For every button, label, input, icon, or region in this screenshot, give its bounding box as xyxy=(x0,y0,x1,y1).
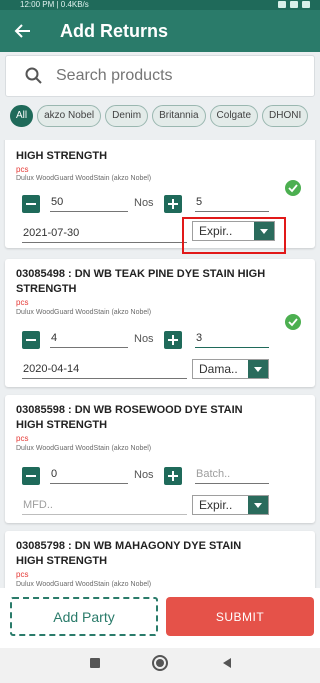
status-icons xyxy=(278,1,310,8)
product-card: 03085598 : DN WB ROSEWOOD DYE STAIN HIGH… xyxy=(5,395,315,523)
product-title: 03085798 : DN WB MAHAGONY DYE STAIN HIGH… xyxy=(16,540,242,567)
product-card: 03085798 : DN WB MAHAGONY DYE STAIN HIGH… xyxy=(5,531,315,588)
product-brand: Dulux WoodGuard WoodStain (akzo Nobel) xyxy=(16,175,152,182)
back-triangle-icon[interactable] xyxy=(223,658,231,668)
return-reason-select[interactable]: Expir.. xyxy=(192,495,269,515)
increase-quantity-button[interactable] xyxy=(164,467,182,485)
search-icon xyxy=(25,67,42,84)
chip-britannia[interactable]: Britannia xyxy=(152,105,206,127)
app-bar: Add Returns xyxy=(0,10,320,52)
annotation-highlight-box xyxy=(182,217,286,254)
product-card: 03085498 : DN WB TEAK PINE DYE STAIN HIG… xyxy=(5,259,315,387)
back-arrow-icon xyxy=(14,24,30,38)
quantity-input[interactable]: 0 xyxy=(50,466,128,484)
decrease-quantity-button[interactable] xyxy=(22,467,40,485)
home-icon[interactable] xyxy=(152,655,168,671)
status-text: 12:00 PM | 0.4KB/s xyxy=(20,0,89,9)
chip-denim[interactable]: Denim xyxy=(105,105,149,127)
chip-all[interactable]: All xyxy=(10,105,34,127)
uom-label: Nos xyxy=(134,197,154,209)
back-button[interactable] xyxy=(0,10,46,52)
mfd-date-input[interactable]: 2020-04-14 xyxy=(22,361,187,379)
submit-button[interactable]: SUBMIT xyxy=(166,597,314,636)
decrease-quantity-button[interactable] xyxy=(22,331,40,349)
system-nav-bar xyxy=(0,648,320,683)
return-reason-select[interactable]: Dama.. xyxy=(192,359,269,379)
add-party-button[interactable]: Add Party xyxy=(10,597,158,636)
brand-filter-chips: All akzo Nobel Denim Britannia Colgate D… xyxy=(10,105,320,129)
increase-quantity-button[interactable] xyxy=(164,195,182,213)
return-reason-value: Expir.. xyxy=(199,498,233,512)
product-title: 03085598 : DN WB ROSEWOOD DYE STAIN HIGH… xyxy=(16,404,243,431)
quantity-input[interactable]: 4 xyxy=(50,330,128,348)
status-bar: 12:00 PM | 0.4KB/s xyxy=(0,0,320,10)
check-circle-icon xyxy=(285,314,301,330)
product-unit: pcs xyxy=(16,165,29,174)
batch-input[interactable]: 5 xyxy=(195,194,269,212)
chevron-down-icon xyxy=(248,496,268,514)
product-brand: Dulux WoodGuard WoodStain (akzo Nobel) xyxy=(16,581,152,588)
search-input[interactable] xyxy=(56,67,296,85)
batch-input[interactable]: 3 xyxy=(195,330,269,348)
product-unit: pcs xyxy=(16,298,29,307)
decrease-quantity-button[interactable] xyxy=(22,195,40,213)
bottom-action-bar: Add Party SUBMIT xyxy=(0,588,320,648)
product-brand: Dulux WoodGuard WoodStain (akzo Nobel) xyxy=(16,445,152,452)
mfd-date-input[interactable]: MFD.. xyxy=(22,497,187,515)
product-title: HIGH STRENGTH xyxy=(16,150,108,162)
increase-quantity-button[interactable] xyxy=(164,331,182,349)
chevron-down-icon xyxy=(248,360,268,378)
quantity-input[interactable]: 50 xyxy=(50,194,128,212)
product-unit: pcs xyxy=(16,570,29,579)
batch-input[interactable]: Batch.. xyxy=(195,466,269,484)
product-list[interactable]: HIGH STRENGTH pcs Dulux WoodGuard WoodSt… xyxy=(0,140,320,588)
mfd-date-input[interactable]: 2021-07-30 xyxy=(22,225,187,243)
recents-icon[interactable] xyxy=(90,658,100,668)
search-bar[interactable] xyxy=(5,55,315,97)
product-unit: pcs xyxy=(16,434,29,443)
chip-dhoni[interactable]: DHONI xyxy=(262,105,309,127)
uom-label: Nos xyxy=(134,333,154,345)
check-circle-icon xyxy=(285,180,301,196)
product-brand: Dulux WoodGuard WoodStain (akzo Nobel) xyxy=(16,309,152,316)
chip-akzo-nobel[interactable]: akzo Nobel xyxy=(37,105,102,127)
product-title: 03085498 : DN WB TEAK PINE DYE STAIN HIG… xyxy=(16,268,266,295)
uom-label: Nos xyxy=(134,469,154,481)
return-reason-value: Dama.. xyxy=(199,362,238,376)
page-title: Add Returns xyxy=(60,20,168,41)
chip-colgate[interactable]: Colgate xyxy=(209,105,258,127)
